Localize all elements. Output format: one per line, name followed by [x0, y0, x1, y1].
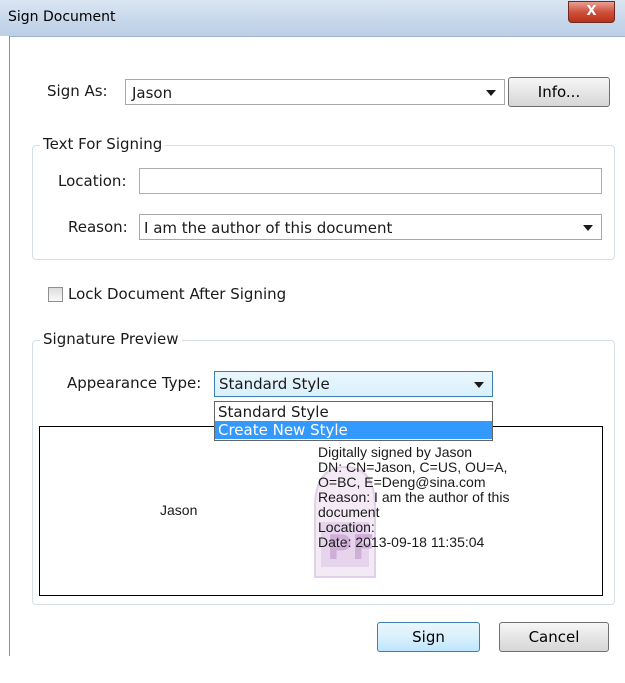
chevron-down-icon	[474, 382, 484, 388]
close-icon: X	[586, 4, 597, 19]
text-for-signing-group	[32, 145, 615, 260]
info-button[interactable]: Info...	[508, 77, 610, 107]
detail-line: O=BC, E=Deng@sina.com	[318, 474, 486, 490]
chevron-down-icon	[486, 90, 496, 96]
appearance-type-label: Appearance Type:	[67, 374, 202, 392]
cancel-button[interactable]: Cancel	[499, 622, 609, 652]
detail-line: Reason: I am the author of this	[318, 489, 510, 505]
text-for-signing-title: Text For Signing	[40, 135, 166, 153]
location-label: Location:	[58, 172, 127, 190]
lock-document-label: Lock Document After Signing	[68, 285, 287, 303]
lock-document-checkbox[interactable]	[48, 287, 63, 302]
signature-preview-title: Signature Preview	[40, 330, 182, 348]
dialog-body: Sign As: Jason Info... Text For Signing …	[10, 37, 625, 683]
close-button[interactable]: X	[568, 1, 615, 23]
chevron-down-icon	[583, 225, 593, 231]
sign-button[interactable]: Sign	[377, 622, 480, 652]
window-title: Sign Document	[8, 9, 116, 25]
signature-preview-box: PF Jason Digitally signed by Jason DN: C…	[39, 426, 603, 596]
appearance-type-dropdown: Standard Style Create New Style	[214, 401, 493, 441]
signature-details: Digitally signed by Jason DN: CN=Jason, …	[318, 445, 509, 550]
option-create-new-style[interactable]: Create New Style	[215, 421, 492, 439]
location-field[interactable]	[139, 168, 602, 194]
option-standard-style[interactable]: Standard Style	[215, 403, 492, 421]
signer-name: Jason	[160, 502, 198, 518]
appearance-type-select[interactable]: Standard Style	[214, 371, 493, 397]
detail-line: Digitally signed by Jason	[318, 444, 473, 460]
detail-line: Location:	[318, 519, 375, 535]
detail-line: DN: CN=Jason, C=US, OU=A,	[318, 459, 508, 475]
sign-as-select[interactable]: Jason	[125, 79, 505, 105]
sign-as-label: Sign As:	[47, 82, 108, 100]
reason-select[interactable]: I am the author of this document	[139, 214, 602, 240]
detail-line: document	[318, 504, 380, 520]
sign-as-value: Jason	[132, 84, 173, 102]
appearance-type-value: Standard Style	[219, 375, 330, 393]
window-frame	[0, 36, 10, 683]
title-bar: Sign Document X	[0, 0, 625, 37]
reason-label: Reason:	[68, 218, 128, 236]
reason-value: I am the author of this document	[144, 219, 393, 237]
detail-line: Date: 2013-09-18 11:35:04	[318, 534, 485, 550]
